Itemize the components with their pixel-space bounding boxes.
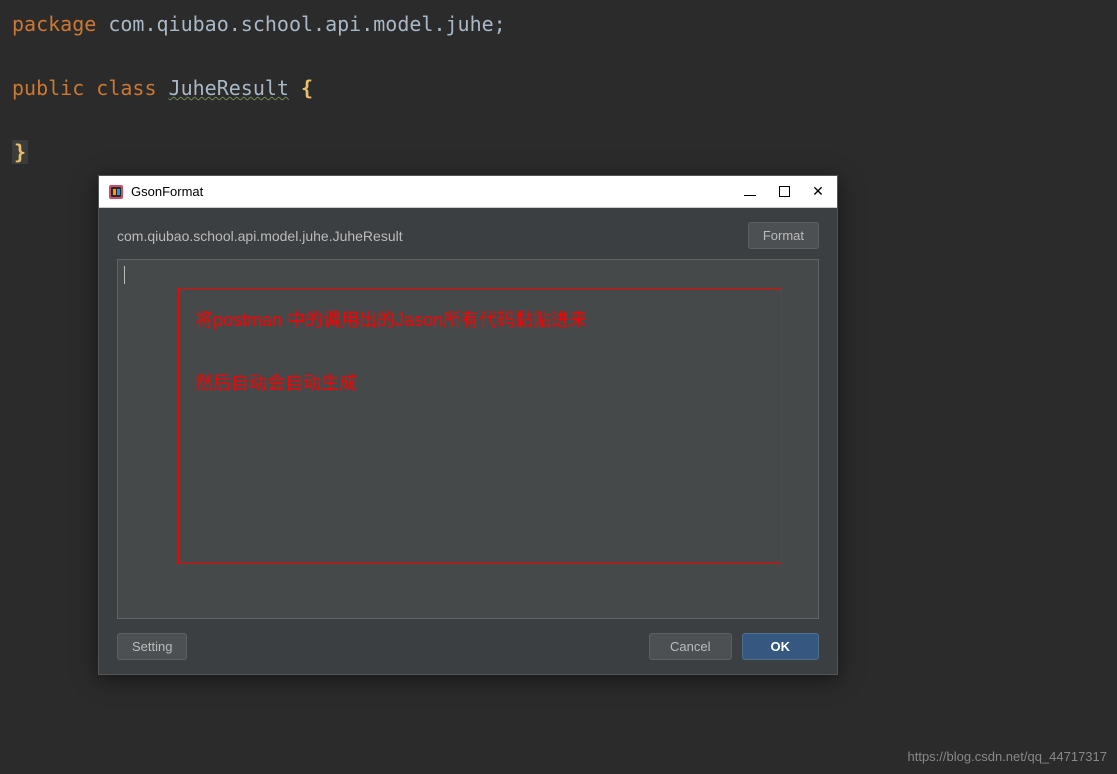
class-name: JuheResult: [169, 76, 289, 100]
setting-button[interactable]: Setting: [117, 633, 187, 660]
json-input-textarea[interactable]: 将postman 中的调用出的Jason所有代码黏贴进来 然后自动会自动生成: [117, 259, 819, 619]
annotation-line-2: 然后自动会自动生成: [195, 370, 765, 397]
app-icon: [107, 183, 125, 201]
annotation-line-1: 将postman 中的调用出的Jason所有代码黏贴进来: [195, 307, 765, 334]
close-button[interactable]: [811, 185, 825, 199]
dialog-title: GsonFormat: [131, 184, 743, 199]
gsonformat-dialog: GsonFormat com.qiubao.school.api.model.j…: [98, 175, 838, 675]
close-brace: }: [12, 140, 28, 164]
minimize-button[interactable]: [743, 185, 757, 199]
text-cursor: [124, 266, 125, 284]
maximize-button[interactable]: [777, 185, 791, 199]
code-line-3: public class JuheResult {: [12, 72, 1105, 104]
open-brace: {: [301, 76, 313, 100]
keyword-class: class: [96, 76, 156, 100]
ok-button[interactable]: OK: [742, 633, 820, 660]
minimize-icon: [744, 188, 756, 196]
cancel-button[interactable]: Cancel: [649, 633, 731, 660]
code-editor[interactable]: package com.qiubao.school.api.model.juhe…: [0, 0, 1117, 176]
code-line-blank: [12, 40, 1105, 72]
semicolon: ;: [494, 12, 506, 36]
code-line-1: package com.qiubao.school.api.model.juhe…: [12, 8, 1105, 40]
watermark: https://blog.csdn.net/qq_44717317: [908, 749, 1108, 764]
format-button[interactable]: Format: [748, 222, 819, 249]
dialog-title-bar[interactable]: GsonFormat: [99, 176, 837, 208]
code-line-blank: [12, 104, 1105, 136]
code-line-5: }: [12, 136, 1105, 168]
keyword-package: package: [12, 12, 96, 36]
maximize-icon: [779, 186, 790, 197]
annotation-box: 将postman 中的调用出的Jason所有代码黏贴进来 然后自动会自动生成: [178, 288, 782, 564]
keyword-public: public: [12, 76, 84, 100]
window-controls: [743, 185, 829, 199]
class-path-label: com.qiubao.school.api.model.juhe.JuheRes…: [117, 228, 738, 244]
dialog-body: com.qiubao.school.api.model.juhe.JuheRes…: [99, 208, 837, 674]
class-path-row: com.qiubao.school.api.model.juhe.JuheRes…: [117, 222, 819, 249]
dialog-footer: Setting Cancel OK: [117, 633, 819, 660]
package-path: com.qiubao.school.api.model.juhe: [96, 12, 493, 36]
